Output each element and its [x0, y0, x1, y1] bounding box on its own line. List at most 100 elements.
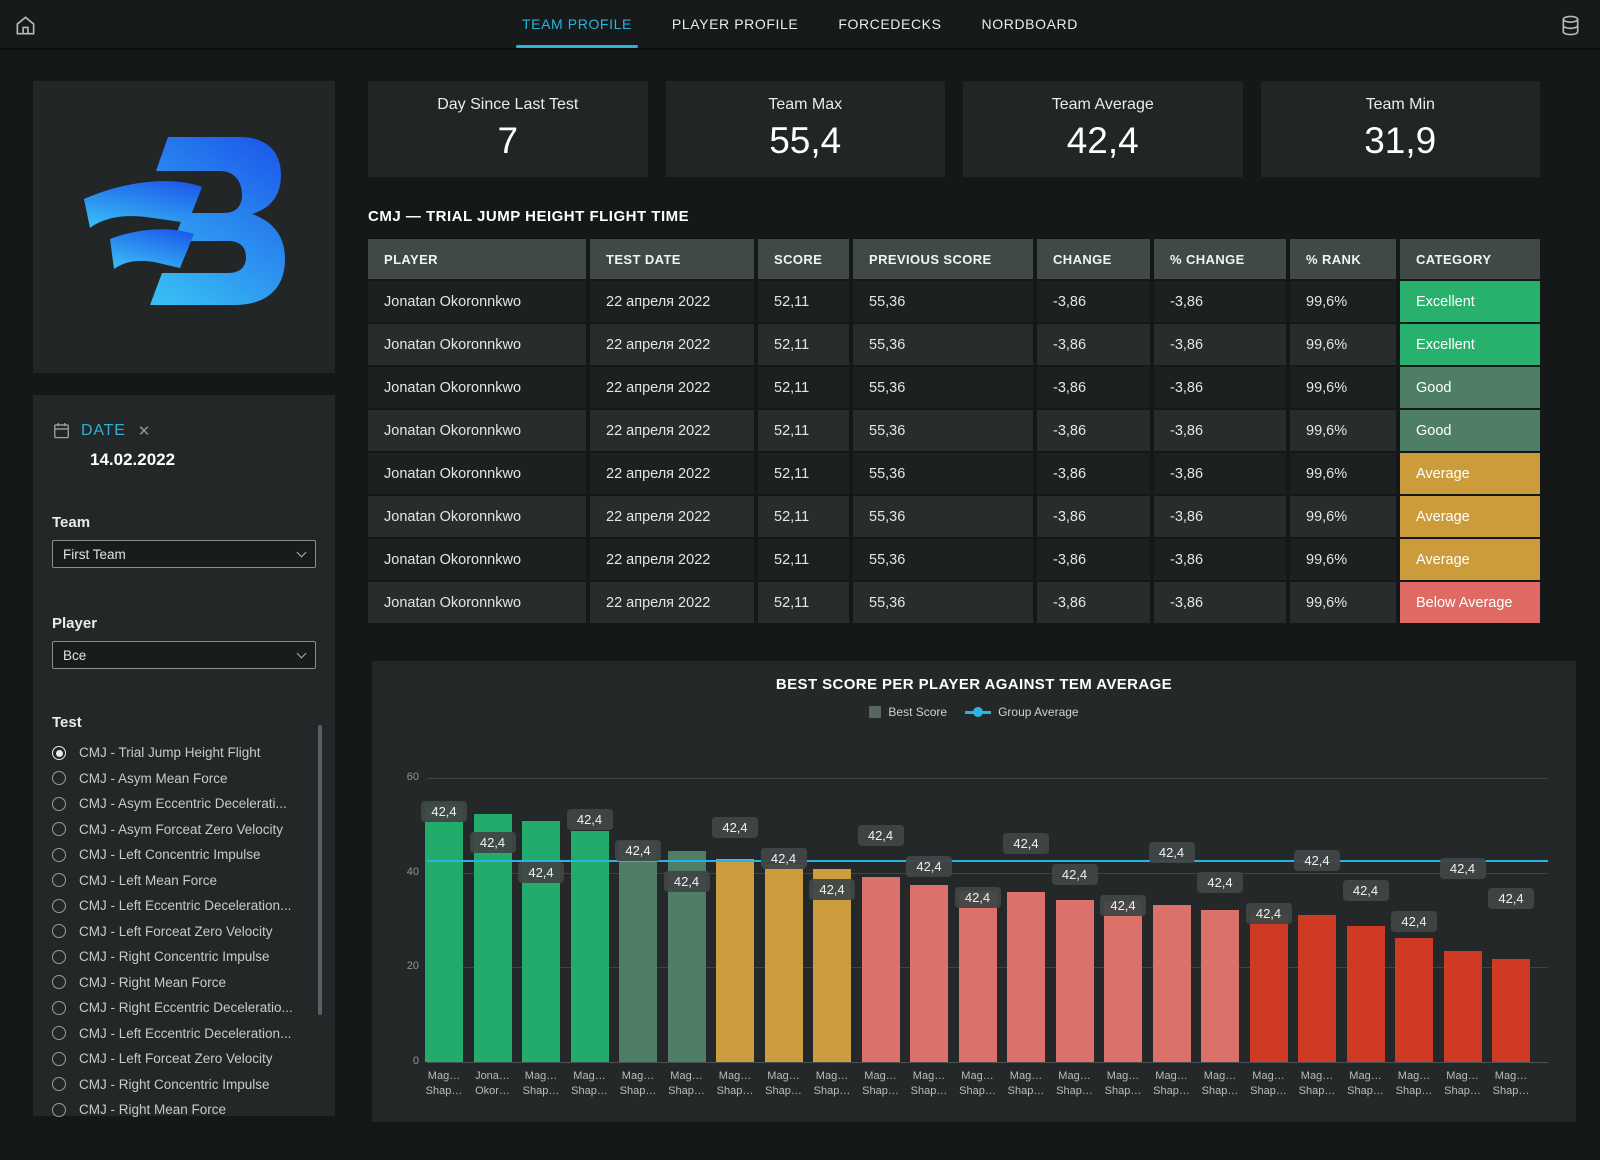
table-cell[interactable]: Jonatan Okoronnkwo — [368, 410, 586, 451]
table-cell[interactable]: 52,11 — [758, 453, 849, 494]
table-cell[interactable]: 22 апреля 2022 — [590, 281, 754, 322]
player-dropdown[interactable]: Все — [52, 641, 316, 669]
table-cell[interactable]: 52,11 — [758, 281, 849, 322]
bar[interactable] — [1250, 914, 1288, 1062]
table-cell[interactable]: Jonatan Okoronnkwo — [368, 539, 586, 580]
table-cell[interactable]: -3,86 — [1037, 324, 1150, 365]
table-cell[interactable]: 22 апреля 2022 — [590, 324, 754, 365]
bar[interactable] — [1056, 900, 1094, 1062]
table-cell[interactable]: 22 апреля 2022 — [590, 539, 754, 580]
table-cell[interactable]: 99,6% — [1290, 324, 1396, 365]
legend-item[interactable]: Group Average — [965, 705, 1079, 719]
category-badge[interactable]: Good — [1400, 410, 1540, 451]
table-cell[interactable]: 99,6% — [1290, 281, 1396, 322]
table-cell[interactable]: -3,86 — [1154, 410, 1286, 451]
table-cell[interactable]: -3,86 — [1154, 453, 1286, 494]
bar[interactable] — [1153, 905, 1191, 1062]
column-header[interactable]: % RANK — [1290, 239, 1396, 279]
table-cell[interactable]: 52,11 — [758, 539, 849, 580]
table-cell[interactable]: -3,86 — [1154, 496, 1286, 537]
table-cell[interactable]: 99,6% — [1290, 582, 1396, 623]
table-cell[interactable]: 22 апреля 2022 — [590, 453, 754, 494]
test-radio-item[interactable]: CMJ - Left Concentric Impulse — [52, 842, 316, 868]
test-radio-item[interactable]: CMJ - Right Concentric Impulse — [52, 944, 316, 970]
table-cell[interactable]: -3,86 — [1037, 539, 1150, 580]
table-cell[interactable]: -3,86 — [1037, 367, 1150, 408]
bar[interactable] — [1104, 901, 1142, 1062]
bar[interactable] — [619, 841, 657, 1062]
date-filter-close-icon[interactable]: ✕ — [138, 422, 151, 440]
table-cell[interactable]: 99,6% — [1290, 539, 1396, 580]
test-radio-item[interactable]: CMJ - Asym Eccentric Decelerati... — [52, 791, 316, 817]
category-badge[interactable]: Excellent — [1400, 324, 1540, 365]
table-cell[interactable]: -3,86 — [1037, 281, 1150, 322]
table-cell[interactable]: -3,86 — [1154, 582, 1286, 623]
table-cell[interactable]: 22 апреля 2022 — [590, 496, 754, 537]
category-badge[interactable]: Good — [1400, 367, 1540, 408]
table-cell[interactable]: -3,86 — [1037, 410, 1150, 451]
table-cell[interactable]: 99,6% — [1290, 410, 1396, 451]
bar[interactable] — [1007, 892, 1045, 1062]
column-header[interactable]: TEST DATE — [590, 239, 754, 279]
table-cell[interactable]: 55,36 — [853, 324, 1033, 365]
bar[interactable] — [425, 804, 463, 1062]
table-cell[interactable]: 55,36 — [853, 496, 1033, 537]
bar[interactable] — [959, 891, 997, 1062]
bar[interactable] — [1444, 951, 1482, 1062]
category-badge[interactable]: Average — [1400, 453, 1540, 494]
column-header[interactable]: CHANGE — [1037, 239, 1150, 279]
test-radio-item[interactable]: CMJ - Left Mean Force — [52, 868, 316, 894]
table-cell[interactable]: 55,36 — [853, 281, 1033, 322]
column-header[interactable]: PREVIOUS SCORE — [853, 239, 1033, 279]
tab-team-profile[interactable]: TEAM PROFILE — [522, 0, 632, 49]
table-cell[interactable]: -3,86 — [1154, 281, 1286, 322]
table-cell[interactable]: -3,86 — [1037, 582, 1150, 623]
test-radio-item[interactable]: CMJ - Asym Forceat Zero Velocity — [52, 817, 316, 843]
bar[interactable] — [522, 821, 560, 1062]
table-cell[interactable]: 22 апреля 2022 — [590, 367, 754, 408]
bar[interactable] — [1201, 910, 1239, 1062]
table-cell[interactable]: Jonatan Okoronnkwo — [368, 496, 586, 537]
test-radio-item[interactable]: CMJ - Asym Mean Force — [52, 766, 316, 792]
table-cell[interactable]: 99,6% — [1290, 496, 1396, 537]
table-cell[interactable]: -3,86 — [1037, 496, 1150, 537]
bar[interactable] — [1395, 938, 1433, 1062]
bar[interactable] — [1298, 915, 1336, 1062]
table-cell[interactable]: Jonatan Okoronnkwo — [368, 367, 586, 408]
test-radio-item[interactable]: CMJ - Right Mean Force — [52, 1097, 316, 1123]
table-cell[interactable]: Jonatan Okoronnkwo — [368, 582, 586, 623]
table-cell[interactable]: 55,36 — [853, 582, 1033, 623]
bar[interactable] — [910, 885, 948, 1062]
bar[interactable] — [765, 864, 803, 1062]
bar[interactable] — [716, 859, 754, 1062]
table-cell[interactable]: -3,86 — [1154, 539, 1286, 580]
test-radio-item[interactable]: CMJ - Trial Jump Height Flight — [52, 740, 316, 766]
category-badge[interactable]: Below Average — [1400, 582, 1540, 623]
table-cell[interactable]: Jonatan Okoronnkwo — [368, 453, 586, 494]
table-cell[interactable]: 22 апреля 2022 — [590, 582, 754, 623]
database-icon[interactable] — [1559, 14, 1582, 37]
category-badge[interactable]: Average — [1400, 539, 1540, 580]
table-cell[interactable]: 55,36 — [853, 410, 1033, 451]
column-header[interactable]: CATEGORY — [1400, 239, 1540, 279]
table-cell[interactable]: 99,6% — [1290, 367, 1396, 408]
bar[interactable] — [862, 877, 900, 1062]
table-cell[interactable]: 55,36 — [853, 453, 1033, 494]
bar[interactable] — [1492, 959, 1530, 1062]
category-badge[interactable]: Average — [1400, 496, 1540, 537]
tab-player-profile[interactable]: PLAYER PROFILE — [672, 0, 798, 49]
table-cell[interactable]: 55,36 — [853, 539, 1033, 580]
home-icon[interactable] — [14, 14, 37, 37]
test-radio-item[interactable]: CMJ - Left Forceat Zero Velocity — [52, 1046, 316, 1072]
column-header[interactable]: PLAYER — [368, 239, 586, 279]
table-cell[interactable]: 52,11 — [758, 496, 849, 537]
test-radio-item[interactable]: CMJ - Left Forceat Zero Velocity — [52, 919, 316, 945]
test-radio-item[interactable]: CMJ - Right Mean Force — [52, 970, 316, 996]
table-cell[interactable]: 55,36 — [853, 367, 1033, 408]
table-cell[interactable]: -3,86 — [1037, 453, 1150, 494]
tab-nordboard[interactable]: NORDBOARD — [982, 0, 1078, 49]
table-cell[interactable]: 52,11 — [758, 367, 849, 408]
test-radio-item[interactable]: CMJ - Left Eccentric Deceleration... — [52, 1021, 316, 1047]
table-cell[interactable]: 52,11 — [758, 582, 849, 623]
test-radio-item[interactable]: CMJ - Left Eccentric Deceleration... — [52, 893, 316, 919]
